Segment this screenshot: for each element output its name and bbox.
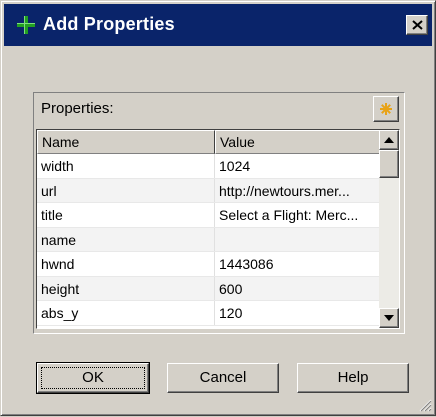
- table-row[interactable]: hwnd 1443086: [37, 252, 392, 277]
- table-row[interactable]: title Select a Flight: Merc...: [37, 203, 392, 228]
- property-name-cell[interactable]: name: [37, 227, 215, 251]
- arrow-down-icon: [384, 315, 394, 321]
- table-row[interactable]: width 1024: [37, 154, 392, 179]
- cancel-button-label: Cancel: [199, 369, 247, 386]
- properties-panel: Properties: Name Value width 1024 url ht…: [33, 92, 405, 334]
- table-row[interactable]: abs_y 120: [37, 301, 392, 326]
- vertical-scrollbar[interactable]: [379, 130, 399, 328]
- property-name-cell[interactable]: hwnd: [37, 252, 215, 276]
- property-value-cell[interactable]: http://newtours.mer...: [215, 179, 392, 203]
- close-icon: [412, 20, 423, 30]
- arrow-up-icon: [384, 137, 394, 143]
- column-header-value[interactable]: Value: [215, 130, 392, 154]
- scroll-down-button[interactable]: [379, 308, 399, 328]
- property-value-cell[interactable]: 600: [215, 277, 392, 301]
- resize-grip-icon[interactable]: [418, 398, 432, 412]
- property-name-cell[interactable]: title: [37, 203, 215, 227]
- cancel-button[interactable]: Cancel: [167, 363, 279, 393]
- property-value-cell[interactable]: [215, 228, 392, 252]
- focus-rect: [41, 367, 145, 389]
- property-name-cell[interactable]: height: [37, 276, 215, 300]
- property-name-cell[interactable]: abs_y: [37, 301, 215, 325]
- help-button[interactable]: Help: [297, 363, 409, 393]
- property-value-cell[interactable]: Select a Flight: Merc...: [215, 203, 392, 227]
- add-property-button[interactable]: [373, 96, 399, 122]
- asterisk-icon: [380, 103, 392, 115]
- title-bar[interactable]: Add Properties: [4, 4, 432, 46]
- grid-rows: width 1024 url http://newtours.mer... ti…: [37, 154, 392, 326]
- column-header-name[interactable]: Name: [37, 130, 215, 154]
- grid-header: Name Value: [37, 130, 392, 154]
- plus-icon: [16, 15, 36, 35]
- property-value-cell[interactable]: 120: [215, 301, 392, 325]
- table-row[interactable]: name: [37, 227, 392, 252]
- scroll-up-button[interactable]: [379, 130, 399, 150]
- table-row[interactable]: url http://newtours.mer...: [37, 178, 392, 203]
- table-row[interactable]: height 600: [37, 276, 392, 301]
- property-name-cell[interactable]: url: [37, 178, 215, 202]
- properties-grid[interactable]: Name Value width 1024 url http://newtour…: [36, 129, 400, 329]
- dialog-title: Add Properties: [43, 14, 175, 34]
- add-properties-dialog: Add Properties Properties: Name Value wi…: [0, 0, 436, 416]
- properties-label: Properties:: [41, 100, 114, 117]
- property-value-cell[interactable]: 1024: [215, 154, 392, 178]
- close-button[interactable]: [406, 15, 428, 35]
- properties-header: Properties:: [34, 93, 404, 127]
- property-value-cell[interactable]: 1443086: [215, 252, 392, 276]
- ok-button[interactable]: OK: [36, 362, 150, 394]
- scroll-thumb[interactable]: [379, 150, 399, 178]
- property-name-cell[interactable]: width: [37, 154, 215, 178]
- help-button-label: Help: [337, 369, 369, 386]
